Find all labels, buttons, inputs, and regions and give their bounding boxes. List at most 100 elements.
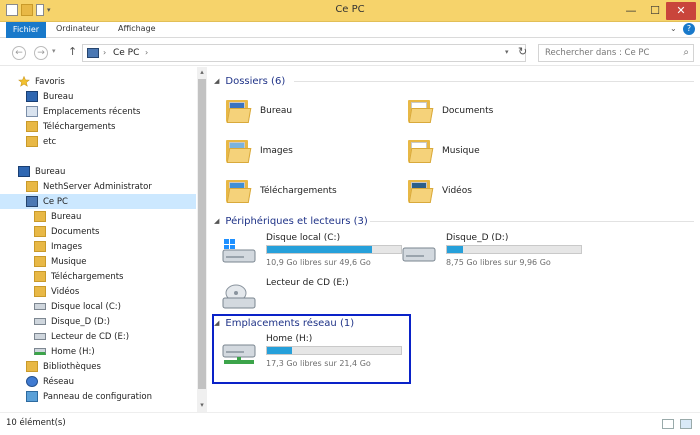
navigation-pane: Favoris Bureau Emplacements récents Télé…	[0, 67, 196, 412]
divider	[370, 221, 694, 222]
drive-tile-d[interactable]: Disque_D (D:) 8,75 Go libres sur 9,96 Go	[402, 232, 592, 272]
sidebar-item-etc[interactable]: etc	[26, 134, 56, 149]
sidebar-item-fav-bureau[interactable]: Bureau	[26, 89, 73, 104]
sidebar-item-disque-c[interactable]: Disque local (C:)	[34, 299, 121, 314]
sidebar-item-pc-bureau[interactable]: Bureau	[34, 209, 81, 224]
sidebar-item-panneau[interactable]: Panneau de configuration	[26, 389, 152, 404]
drive-name: Disque local (C:)	[266, 233, 341, 243]
maximize-button[interactable]: ☐	[644, 2, 666, 20]
sidebar-item-disque-d[interactable]: Disque_D (D:)	[34, 314, 110, 329]
sidebar-item-cd-e[interactable]: Lecteur de CD (E:)	[34, 329, 129, 344]
breadcrumb-ce-pc[interactable]: Ce PC	[113, 48, 139, 58]
up-button[interactable]: ↑	[68, 45, 77, 58]
group-header-dossiers[interactable]: ◢ Dossiers (6)	[214, 73, 285, 89]
documents-folder-icon	[34, 226, 46, 237]
recent-locations-icon[interactable]: ▾	[52, 47, 56, 55]
group-header-peripheriques[interactable]: ◢ Périphériques et lecteurs (3)	[214, 213, 368, 229]
music-folder-icon	[34, 256, 46, 267]
status-bar: 10 élément(s)	[0, 412, 700, 435]
computer-icon	[87, 48, 99, 58]
expand-ribbon-icon[interactable]: ⌄	[670, 24, 677, 33]
folder-tile-documents[interactable]: Documents	[408, 94, 578, 128]
folder-tile-telechargements[interactable]: Téléchargements	[226, 174, 396, 208]
help-icon[interactable]: ?	[683, 23, 695, 35]
sidebar-item-documents[interactable]: Documents	[34, 224, 99, 239]
sidebar-item-images[interactable]: Images	[34, 239, 82, 254]
cd-drive-icon	[222, 284, 256, 309]
sidebar-item-recent[interactable]: Emplacements récents	[26, 104, 140, 119]
drive-usage-bar	[266, 245, 402, 254]
scrollbar-thumb[interactable]	[198, 79, 206, 389]
drive-name: Disque_D (D:)	[446, 233, 509, 243]
search-placeholder: Rechercher dans : Ce PC	[545, 48, 650, 58]
item-count: 10 élément(s)	[6, 418, 66, 428]
scroll-up-icon[interactable]: ▴	[198, 68, 206, 76]
sidebar-item-fav-downloads[interactable]: Téléchargements	[26, 119, 115, 134]
downloads-folder-icon	[34, 271, 46, 282]
search-input[interactable]: Rechercher dans : Ce PC ⌕	[538, 44, 694, 62]
sidebar-item-reseau[interactable]: Réseau	[26, 374, 74, 389]
title-bar: ▾ Ce PC — ☐ ✕	[0, 0, 700, 22]
folder-icon	[26, 136, 38, 147]
videos-folder-icon	[34, 286, 46, 297]
ribbon-tabs: Fichier Ordinateur Affichage ⌄ ?	[0, 22, 700, 38]
pictures-folder-icon	[226, 138, 252, 164]
folder-tile-musique[interactable]: Musique	[408, 134, 578, 168]
tab-ordinateur[interactable]: Ordinateur	[56, 24, 99, 33]
pictures-folder-icon	[34, 241, 46, 252]
drive-tile-c[interactable]: Disque local (C:) 10,9 Go libres sur 49,…	[222, 232, 412, 272]
sidebar-item-label: Favoris	[35, 76, 65, 87]
music-folder-icon	[408, 138, 434, 164]
desktop-folder-icon	[226, 98, 252, 124]
system-drive-icon	[222, 239, 256, 263]
sidebar-item-musique[interactable]: Musique	[34, 254, 87, 269]
drive-tile-e[interactable]: Lecteur de CD (E:)	[222, 277, 412, 317]
folder-icon	[34, 211, 46, 222]
window-title: Ce PC	[335, 4, 365, 15]
drive-usage-bar	[446, 245, 582, 254]
sidebar-item-ce-pc[interactable]: Ce PC	[0, 194, 196, 209]
search-icon[interactable]: ⌕	[683, 47, 689, 58]
documents-folder-icon	[408, 98, 434, 124]
details-view-icon[interactable]	[662, 419, 674, 429]
scroll-down-icon[interactable]: ▾	[198, 401, 206, 409]
drive-name: Lecteur de CD (E:)	[266, 278, 349, 288]
breadcrumb-separator-icon[interactable]: ›	[103, 48, 106, 57]
sidebar-item-home-h[interactable]: Home (H:)	[34, 344, 95, 359]
tab-fichier[interactable]: Fichier	[6, 22, 46, 38]
downloads-folder-icon	[226, 178, 252, 204]
sidebar-item-nethserver[interactable]: NethServer Administrator	[26, 179, 152, 194]
sidebar-item-telechargements[interactable]: Téléchargements	[34, 269, 123, 284]
sidebar-item-bibliotheques[interactable]: Bibliothèques	[26, 359, 101, 374]
highlight-box	[212, 314, 411, 384]
sidebar-item-bureau[interactable]: Bureau	[18, 164, 65, 179]
divider	[294, 81, 694, 82]
tiles-view-icon[interactable]	[680, 419, 692, 429]
hard-drive-icon	[402, 247, 436, 262]
desktop-icon	[26, 91, 38, 102]
folder-tile-bureau[interactable]: Bureau	[226, 94, 396, 128]
collapse-icon[interactable]: ◢	[214, 77, 219, 85]
minimize-button[interactable]: —	[618, 2, 644, 20]
folder-tile-videos[interactable]: Vidéos	[408, 174, 578, 208]
desktop-icon	[18, 166, 30, 177]
back-button[interactable]: ←	[12, 46, 26, 60]
drive-usage-fill	[447, 246, 464, 253]
close-button[interactable]: ✕	[666, 2, 696, 20]
breadcrumb-separator-icon[interactable]: ›	[145, 48, 148, 57]
network-drive-icon	[34, 348, 46, 355]
navigation-pane-scrollbar[interactable]: ▴ ▾	[197, 67, 207, 412]
sidebar-item-videos[interactable]: Vidéos	[34, 284, 79, 299]
sidebar-item-favoris[interactable]: Favoris	[18, 74, 65, 89]
address-dropdown-icon[interactable]: ▾	[505, 48, 509, 56]
folder-tile-images[interactable]: Images	[226, 134, 396, 168]
computer-icon	[26, 196, 38, 207]
collapse-icon[interactable]: ◢	[214, 217, 219, 225]
refresh-button[interactable]: ↻	[518, 45, 527, 58]
drive-free-space: 10,9 Go libres sur 49,6 Go	[266, 258, 371, 267]
control-panel-icon	[26, 391, 38, 402]
drive-usage-fill	[267, 246, 372, 253]
tab-affichage[interactable]: Affichage	[118, 24, 156, 33]
forward-button[interactable]: →	[34, 46, 48, 60]
address-bar[interactable]: › Ce PC ›	[82, 44, 526, 62]
